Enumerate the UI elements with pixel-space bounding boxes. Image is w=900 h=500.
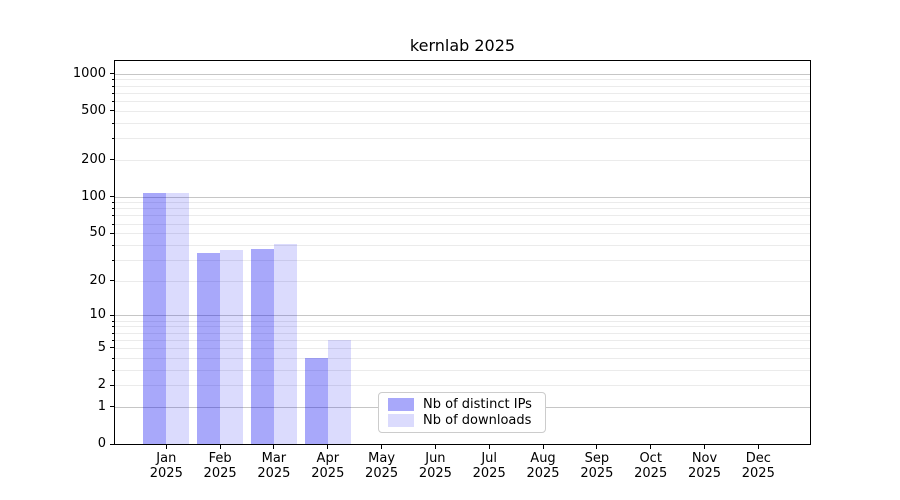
grid-line-minor: [115, 233, 810, 234]
y-minor-tick-mark: [112, 86, 115, 87]
legend-item-downloads: Nb of downloads: [388, 413, 537, 428]
y-minor-tick-mark: [112, 138, 115, 139]
y-tick-mark: [110, 110, 114, 111]
grid-line-minor: [115, 160, 810, 161]
grid-line-minor: [115, 79, 810, 80]
y-tick-mark: [110, 280, 114, 281]
y-minor-tick-mark: [112, 333, 115, 334]
y-tick-mark: [110, 385, 114, 386]
x-tick-mark: [381, 445, 382, 449]
y-tick-label: 5: [46, 340, 106, 356]
grid-line-minor: [115, 224, 810, 225]
y-tick-label: 1: [46, 399, 106, 415]
y-minor-tick-mark: [112, 123, 115, 124]
y-minor-tick-mark: [112, 321, 115, 322]
x-tick-mark: [273, 445, 274, 449]
y-tick-mark: [110, 444, 114, 445]
y-minor-tick-mark: [112, 93, 115, 94]
grid-line-major: [115, 74, 810, 75]
x-tick-mark: [596, 445, 597, 449]
y-tick-mark: [110, 347, 114, 348]
bar-downloads-feb: [220, 250, 243, 444]
y-minor-tick-mark: [112, 101, 115, 102]
bar-downloads-mar: [274, 244, 297, 444]
y-tick-mark: [110, 159, 114, 160]
y-tick-mark: [110, 73, 114, 74]
y-tick-mark: [110, 406, 114, 407]
bar-distinct-ips-jan: [143, 193, 166, 444]
chart-title: kernlab 2025: [114, 36, 811, 55]
y-minor-tick-mark: [112, 260, 115, 261]
bar-downloads-apr: [328, 340, 351, 444]
y-tick-label: 10: [46, 307, 106, 323]
grid-line-minor: [115, 208, 810, 209]
y-minor-tick-mark: [112, 202, 115, 203]
x-tick-mark: [543, 445, 544, 449]
y-tick-label: 50: [46, 225, 106, 241]
legend-swatch-distinct-ips: [388, 398, 414, 411]
grid-line-minor: [115, 123, 810, 124]
x-tick-mark: [166, 445, 167, 449]
y-minor-tick-mark: [112, 208, 115, 209]
x-tick-mark: [489, 445, 490, 449]
legend-swatch-downloads: [388, 414, 414, 427]
y-tick-mark: [110, 196, 114, 197]
grid-line-minor: [115, 101, 810, 102]
y-minor-tick-mark: [112, 358, 115, 359]
y-minor-tick-mark: [112, 224, 115, 225]
download-stats-chart: kernlab 2025 01251020501002005001000Jan …: [0, 0, 900, 500]
y-tick-label: 2: [46, 377, 106, 393]
grid-line-minor: [115, 111, 810, 112]
legend: Nb of distinct IPs Nb of downloads: [378, 392, 546, 433]
bar-distinct-ips-apr: [305, 358, 328, 444]
x-tick-label: Dec 2025: [726, 451, 790, 481]
grid-line-minor: [115, 215, 810, 216]
plot-area: [114, 60, 811, 445]
legend-label-downloads: Nb of downloads: [423, 413, 531, 428]
y-tick-label: 100: [46, 189, 106, 205]
grid-line-major: [115, 197, 810, 198]
y-minor-tick-mark: [112, 326, 115, 327]
y-tick-label: 500: [46, 103, 106, 119]
bar-distinct-ips-feb: [197, 253, 220, 444]
x-tick-mark: [327, 445, 328, 449]
x-tick-mark: [650, 445, 651, 449]
grid-line-minor: [115, 245, 810, 246]
y-minor-tick-mark: [112, 340, 115, 341]
y-tick-label: 0: [46, 436, 106, 452]
grid-line-minor: [115, 202, 810, 203]
y-minor-tick-mark: [112, 370, 115, 371]
grid-line-minor: [115, 86, 810, 87]
y-tick-mark: [110, 315, 114, 316]
legend-label-distinct-ips: Nb of distinct IPs: [423, 397, 532, 412]
y-tick-label: 200: [46, 152, 106, 168]
x-tick-mark: [435, 445, 436, 449]
y-tick-label: 20: [46, 273, 106, 289]
x-tick-mark: [220, 445, 221, 449]
grid-line-minor: [115, 138, 810, 139]
bar-distinct-ips-mar: [251, 249, 274, 444]
legend-item-distinct-ips: Nb of distinct IPs: [388, 397, 537, 412]
grid-line-minor: [115, 93, 810, 94]
x-tick-mark: [758, 445, 759, 449]
bar-downloads-jan: [166, 193, 189, 444]
y-minor-tick-mark: [112, 245, 115, 246]
y-tick-label: 1000: [46, 66, 106, 82]
y-minor-tick-mark: [112, 79, 115, 80]
y-minor-tick-mark: [112, 215, 115, 216]
x-tick-mark: [704, 445, 705, 449]
y-tick-mark: [110, 233, 114, 234]
